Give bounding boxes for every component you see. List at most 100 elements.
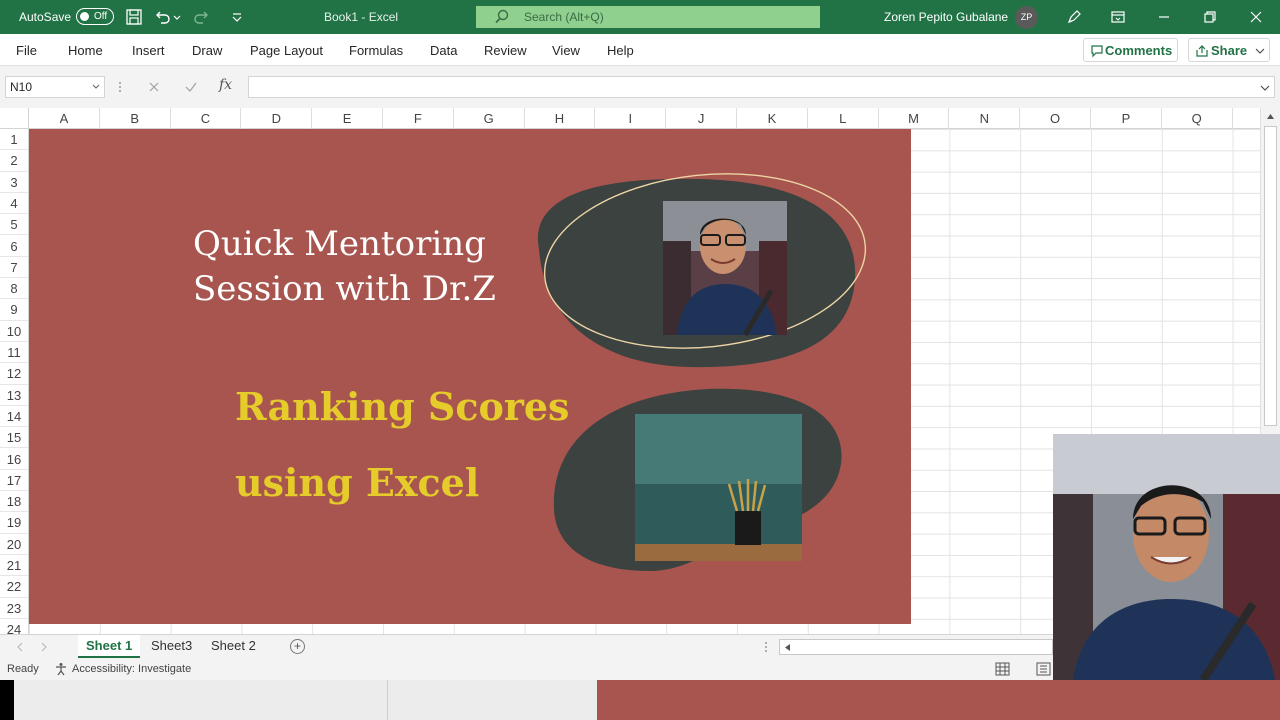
minimize-icon[interactable] xyxy=(1154,7,1174,27)
sheet-tab-3[interactable]: Sheet3 xyxy=(143,635,200,658)
accessibility-icon[interactable] xyxy=(54,662,68,676)
row-header-10[interactable]: 10 xyxy=(0,321,28,342)
tab-view[interactable]: View xyxy=(552,43,580,58)
row-header-5[interactable]: 5 xyxy=(0,214,28,236)
tab-file[interactable]: File xyxy=(16,43,37,58)
row-header-20[interactable]: 20 xyxy=(0,534,28,555)
row-header-2[interactable]: 2 xyxy=(0,150,28,172)
column-header-j[interactable]: J xyxy=(666,108,737,129)
restore-icon[interactable] xyxy=(1200,7,1220,27)
row-header-23[interactable]: 23 xyxy=(0,598,28,619)
search-box[interactable]: Search (Alt+Q) xyxy=(476,6,820,28)
autosave-label: AutoSave xyxy=(19,10,72,24)
row-header-13[interactable]: 13 xyxy=(0,385,28,406)
column-header-n[interactable]: N xyxy=(949,108,1021,129)
row-header-7[interactable]: 7 xyxy=(0,257,28,279)
column-header-a[interactable]: A xyxy=(29,108,100,129)
tab-review[interactable]: Review xyxy=(484,43,527,58)
add-sheet-icon[interactable]: + xyxy=(290,639,305,654)
sheet-tab-1[interactable]: Sheet 1 xyxy=(78,635,141,658)
tab-insert[interactable]: Insert xyxy=(132,43,165,58)
formula-input[interactable] xyxy=(248,76,1275,98)
comments-label: Comments xyxy=(1105,43,1173,58)
title-slide-image[interactable]: Quick Mentoring Session with Dr.Z Rankin… xyxy=(29,129,911,624)
column-header-p[interactable]: P xyxy=(1091,108,1162,129)
row-header-17[interactable]: 17 xyxy=(0,470,28,492)
share-button[interactable]: Share xyxy=(1188,38,1270,62)
formula-bar: N10 fx xyxy=(0,66,1280,108)
save-icon[interactable] xyxy=(124,7,144,27)
column-header-c[interactable]: C xyxy=(171,108,242,129)
tab-help[interactable]: Help xyxy=(607,43,634,58)
prev-sheet-icon[interactable] xyxy=(16,642,24,652)
more-options-icon[interactable] xyxy=(117,79,123,95)
undo-icon[interactable] xyxy=(152,7,172,27)
search-placeholder: Search (Alt+Q) xyxy=(524,10,604,24)
pencils-photo xyxy=(635,414,802,561)
row-header-18[interactable]: 18 xyxy=(0,491,28,513)
column-header-h[interactable]: H xyxy=(525,108,596,129)
row-header-1[interactable]: 1 xyxy=(0,129,28,151)
row-header-12[interactable]: 12 xyxy=(0,363,28,385)
chevron-down-icon xyxy=(92,84,100,89)
column-header-k[interactable]: K xyxy=(737,108,808,129)
autosave-toggle[interactable]: Off xyxy=(76,8,114,25)
cancel-entry-icon[interactable] xyxy=(146,79,162,95)
tab-data[interactable]: Data xyxy=(430,43,457,58)
column-header-m[interactable]: M xyxy=(879,108,950,129)
row-header-11[interactable]: 11 xyxy=(0,342,28,364)
column-header-b[interactable]: B xyxy=(100,108,171,129)
column-header-d[interactable]: D xyxy=(241,108,313,129)
tab-draw[interactable]: Draw xyxy=(192,43,222,58)
row-header-4[interactable]: 4 xyxy=(0,193,28,215)
redo-icon[interactable] xyxy=(192,7,212,27)
tab-page-layout[interactable]: Page Layout xyxy=(250,43,323,58)
pen-icon[interactable] xyxy=(1064,7,1084,27)
row-header-6[interactable]: 6 xyxy=(0,236,28,257)
user-name[interactable]: Zoren Pepito Gubalane xyxy=(884,10,1008,24)
select-all-corner[interactable] xyxy=(0,108,29,129)
undo-dropdown-icon[interactable] xyxy=(172,7,182,27)
column-header-g[interactable]: G xyxy=(454,108,525,129)
column-header-q[interactable]: Q xyxy=(1162,108,1233,129)
row-header-14[interactable]: 14 xyxy=(0,406,28,428)
horizontal-scrollbar[interactable] xyxy=(779,639,1053,655)
excel-window: AutoSave Off Book1 - Excel Search (Alt+Q… xyxy=(0,0,1280,720)
close-icon[interactable] xyxy=(1246,7,1266,27)
column-header-o[interactable]: O xyxy=(1020,108,1091,129)
column-header-e[interactable]: E xyxy=(312,108,383,129)
confirm-entry-icon[interactable] xyxy=(183,79,199,95)
expand-formula-icon[interactable] xyxy=(1260,84,1270,92)
tab-splitter-icon[interactable] xyxy=(763,640,769,654)
normal-view-icon[interactable] xyxy=(995,662,1010,676)
row-header-3[interactable]: 3 xyxy=(0,172,28,193)
ribbon-display-icon[interactable] xyxy=(1108,7,1128,27)
row-header-19[interactable]: 19 xyxy=(0,512,28,534)
vertical-scroll-thumb[interactable] xyxy=(1264,126,1277,426)
slide-subtitle: Ranking Scores using Excel xyxy=(235,384,570,505)
name-box[interactable]: N10 xyxy=(5,76,105,98)
comments-button[interactable]: Comments xyxy=(1083,38,1178,62)
row-header-22[interactable]: 22 xyxy=(0,576,28,598)
row-header-9[interactable]: 9 xyxy=(0,299,28,321)
search-icon xyxy=(495,9,509,24)
column-header-i[interactable]: I xyxy=(595,108,667,129)
row-header-21[interactable]: 21 xyxy=(0,555,28,577)
background-strip xyxy=(0,680,1280,720)
scroll-up-icon[interactable] xyxy=(1266,113,1275,120)
row-header-15[interactable]: 15 xyxy=(0,427,28,449)
insert-function-icon[interactable]: fx xyxy=(219,77,232,93)
page-layout-view-icon[interactable] xyxy=(1036,662,1051,676)
column-header-l[interactable]: L xyxy=(808,108,879,129)
column-header-f[interactable]: F xyxy=(383,108,454,129)
sheet-tab-2[interactable]: Sheet 2 xyxy=(203,635,264,658)
customize-toolbar-icon[interactable] xyxy=(230,7,244,27)
accessibility-status[interactable]: Accessibility: Investigate xyxy=(72,663,191,676)
scroll-left-icon[interactable] xyxy=(784,643,791,652)
row-header-16[interactable]: 16 xyxy=(0,449,28,470)
tab-formulas[interactable]: Formulas xyxy=(349,43,403,58)
next-sheet-icon[interactable] xyxy=(40,642,48,652)
row-header-8[interactable]: 8 xyxy=(0,278,28,300)
tab-home[interactable]: Home xyxy=(68,43,103,58)
user-avatar[interactable]: ZP xyxy=(1015,6,1038,29)
